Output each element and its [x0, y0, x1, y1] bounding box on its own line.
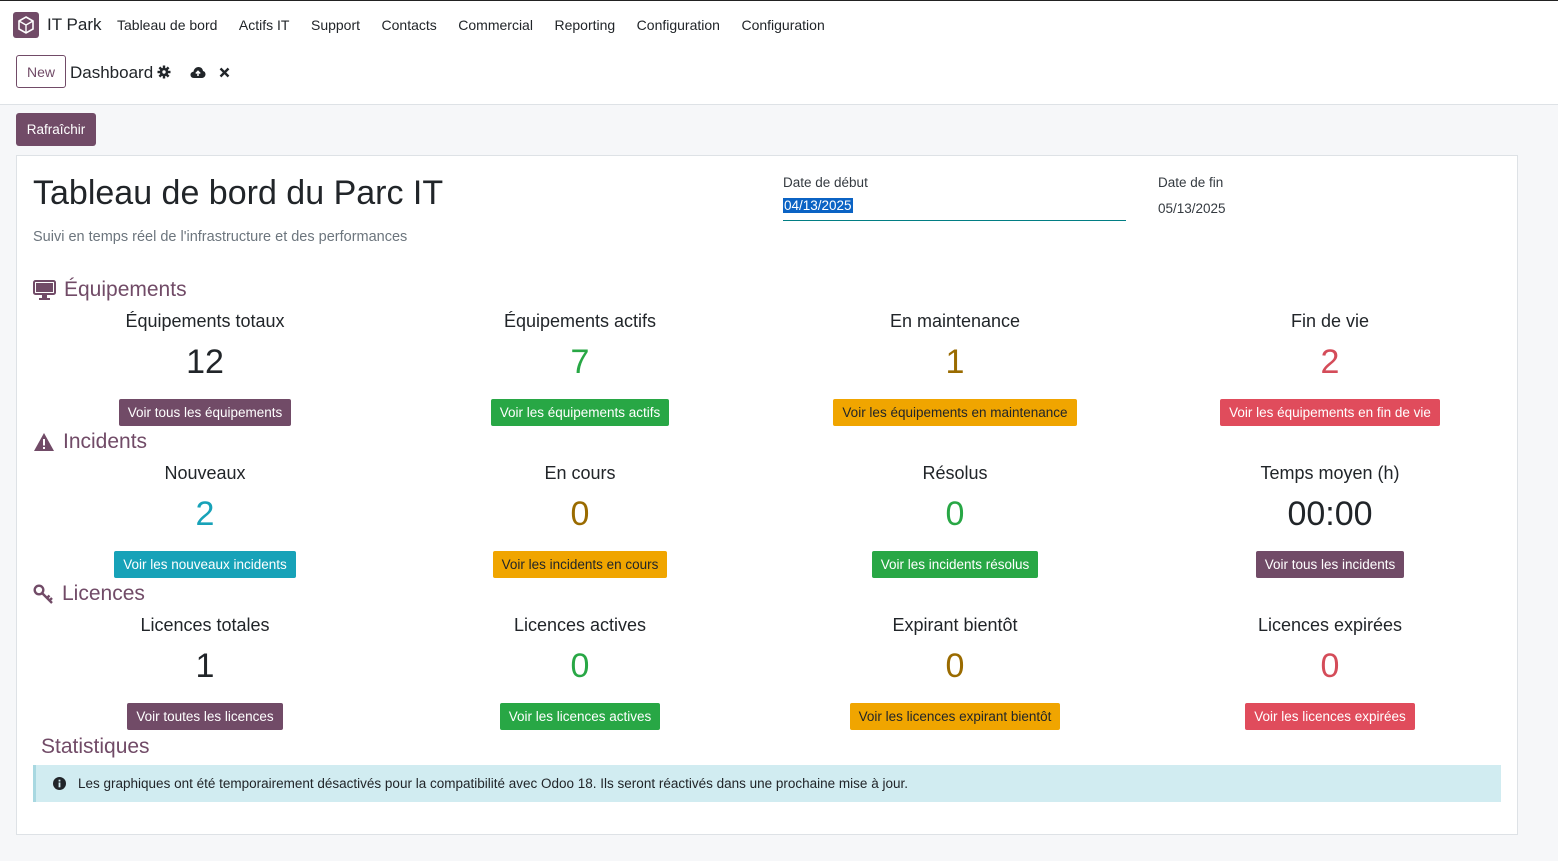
- stat-value: 2: [195, 495, 215, 533]
- stat-incidents-resolved: Résolus 0 Voir les incidents résolus: [805, 463, 1105, 578]
- main-menu: Tableau de bord Actifs IT Support Contac…: [117, 17, 846, 33]
- section-equipment-heading: Équipements: [33, 278, 187, 302]
- cloud-upload-icon[interactable]: [190, 64, 206, 80]
- stat-equipment-maintenance: En maintenance 1 Voir les équipements en…: [805, 311, 1105, 426]
- end-date-label: Date de fin: [1158, 175, 1224, 190]
- view-all-incidents-button[interactable]: Voir tous les incidents: [1255, 551, 1405, 578]
- view-all-licenses-button[interactable]: Voir toutes les licences: [127, 703, 283, 730]
- section-equipment-title: Équipements: [64, 278, 187, 301]
- app-name[interactable]: IT Park: [47, 15, 101, 35]
- stat-value: 00:00: [1287, 495, 1373, 533]
- section-licenses-heading: Licences: [33, 582, 145, 606]
- stat-licenses-expired: Licences expirées 0 Voir les licences ex…: [1180, 615, 1480, 730]
- stat-value: 0: [945, 647, 965, 685]
- stat-label: Fin de vie: [1290, 311, 1370, 331]
- stat-value: 0: [1320, 647, 1340, 685]
- end-date-field[interactable]: 05/13/2025: [1158, 201, 1226, 216]
- view-expiring-licenses-button[interactable]: Voir les licences expirant bientôt: [849, 703, 1061, 730]
- section-statistics-title: Statistiques: [41, 735, 150, 758]
- page-subtitle: Suivi en temps réel de l'infrastructure …: [33, 229, 408, 245]
- stat-licenses-total: Licences totales 1 Voir toutes les licen…: [55, 615, 355, 730]
- view-maintenance-equipment-button[interactable]: Voir les équipements en maintenance: [833, 399, 1077, 426]
- warning-icon: [33, 432, 55, 452]
- view-expired-licenses-button[interactable]: Voir les licences expirées: [1245, 703, 1415, 730]
- menu-item-configuration-2[interactable]: Configuration: [741, 17, 824, 33]
- view-active-equipment-button[interactable]: Voir les équipements actifs: [490, 399, 670, 426]
- stat-incidents-avg-time: Temps moyen (h) 00:00 Voir tous les inci…: [1180, 463, 1480, 578]
- info-alert: Les graphiques ont été temporairement dé…: [33, 765, 1501, 802]
- menu-item-contacts[interactable]: Contacts: [382, 17, 437, 33]
- info-icon: [53, 777, 66, 790]
- stat-value: 0: [570, 495, 590, 533]
- monitor-icon: [33, 280, 56, 300]
- new-button[interactable]: New: [16, 55, 66, 88]
- start-date-value: 04/13/2025: [783, 198, 853, 213]
- stat-incidents-new: Nouveaux 2 Voir les nouveaux incidents: [55, 463, 355, 578]
- stat-equipment-end-of-life: Fin de vie 2 Voir les équipements en fin…: [1180, 311, 1480, 426]
- breadcrumb-title: Dashboard: [70, 63, 154, 82]
- stat-label: Nouveaux: [164, 463, 246, 483]
- stat-value: 1: [195, 647, 215, 685]
- view-end-of-life-equipment-button[interactable]: Voir les équipements en fin de vie: [1220, 399, 1440, 426]
- info-alert-text: Les graphiques ont été temporairement dé…: [78, 776, 908, 791]
- menu-item-actifs-it[interactable]: Actifs IT: [239, 17, 290, 33]
- stat-label: Résolus: [922, 463, 988, 483]
- menu-item-configuration[interactable]: Configuration: [637, 17, 720, 33]
- menu-item-commercial[interactable]: Commercial: [458, 17, 533, 33]
- stat-label: En cours: [544, 463, 616, 483]
- view-all-equipment-button[interactable]: Voir tous les équipements: [118, 399, 292, 426]
- control-panel: New Dashboard: [0, 50, 1558, 105]
- page-title: Tableau de bord du Parc IT: [33, 174, 444, 212]
- stat-licenses-active: Licences actives 0 Voir les licences act…: [430, 615, 730, 730]
- stat-label: Licences expirées: [1257, 615, 1403, 635]
- stat-licenses-expiring: Expirant bientôt 0 Voir les licences exp…: [805, 615, 1105, 730]
- top-navbar: IT Park Tableau de bord Actifs IT Suppor…: [0, 0, 1558, 50]
- stat-equipment-active: Équipements actifs 7 Voir les équipement…: [430, 311, 730, 426]
- view-in-progress-incidents-button[interactable]: Voir les incidents en cours: [492, 551, 668, 578]
- app-logo-icon[interactable]: [13, 12, 39, 38]
- stat-value: 2: [1320, 343, 1340, 381]
- section-licenses-title: Licences: [62, 582, 145, 605]
- stat-label: Licences actives: [513, 615, 647, 635]
- menu-item-support[interactable]: Support: [311, 17, 360, 33]
- start-date-label: Date de début: [783, 175, 868, 190]
- stat-label: Licences totales: [140, 615, 270, 635]
- stat-equipment-total: Équipements totaux 12 Voir tous les équi…: [55, 311, 355, 426]
- stat-label: Expirant bientôt: [892, 615, 1018, 635]
- view-new-incidents-button[interactable]: Voir les nouveaux incidents: [114, 551, 296, 578]
- start-date-field[interactable]: 04/13/2025: [783, 198, 1126, 221]
- refresh-button[interactable]: Rafraîchir: [16, 113, 96, 146]
- stat-value: 12: [186, 343, 224, 381]
- stat-value: 0: [570, 647, 590, 685]
- dashboard-sheet: Tableau de bord du Parc IT Suivi en temp…: [16, 155, 1518, 835]
- view-active-licenses-button[interactable]: Voir les licences actives: [499, 703, 661, 730]
- view-resolved-incidents-button[interactable]: Voir les incidents résolus: [871, 551, 1039, 578]
- section-incidents-title: Incidents: [63, 430, 148, 453]
- gear-icon[interactable]: [156, 64, 172, 80]
- stat-label: En maintenance: [889, 311, 1021, 331]
- key-icon: [33, 583, 54, 605]
- stat-value: 7: [570, 343, 590, 381]
- stat-label: Équipements actifs: [503, 311, 657, 331]
- menu-item-reporting[interactable]: Reporting: [554, 17, 615, 33]
- stat-value: 1: [945, 343, 965, 381]
- stat-label: Équipements totaux: [125, 311, 285, 331]
- stat-value: 0: [945, 495, 965, 533]
- close-icon[interactable]: [216, 64, 232, 80]
- menu-item-tableau-de-bord[interactable]: Tableau de bord: [117, 17, 217, 33]
- stat-label: Temps moyen (h): [1260, 463, 1400, 483]
- section-incidents-heading: Incidents: [33, 430, 147, 454]
- stat-incidents-in-progress: En cours 0 Voir les incidents en cours: [430, 463, 730, 578]
